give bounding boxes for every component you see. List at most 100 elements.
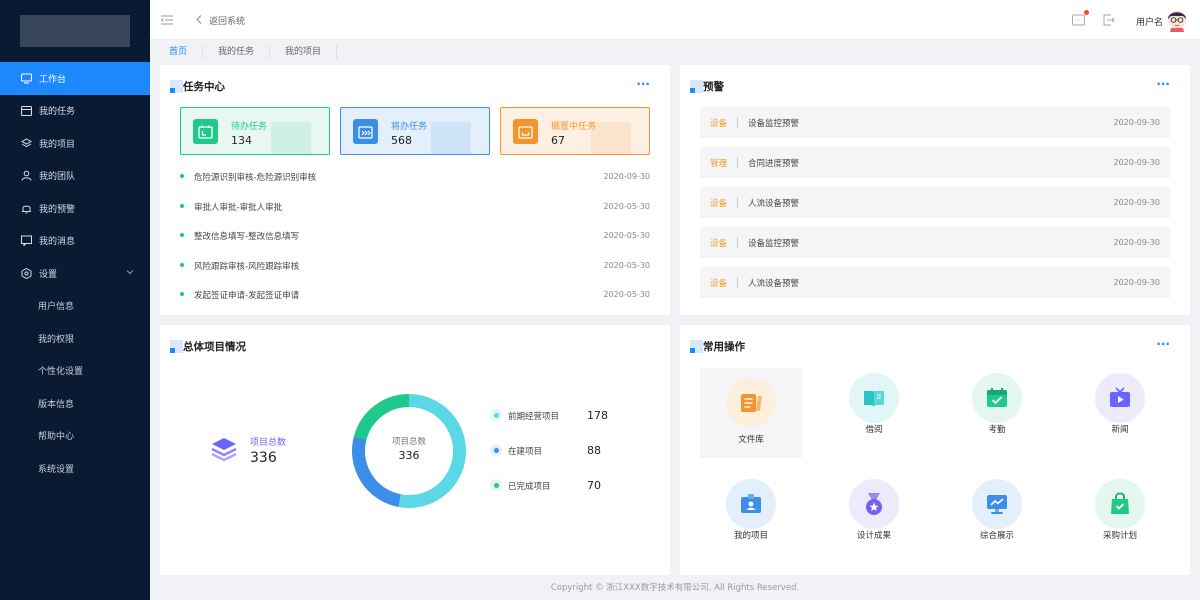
title-mark-icon (170, 79, 183, 94)
common-ops-title: 常用操作 (703, 341, 745, 353)
submenu-user-info[interactable]: 用户信息 (0, 290, 150, 323)
task-box-count: 67 (551, 134, 565, 147)
divider (737, 157, 738, 168)
avatar[interactable] (1166, 8, 1188, 32)
legend-value: 178 (587, 409, 608, 422)
tab-my-tasks[interactable]: 我的任务 (203, 45, 271, 59)
op-label: 我的项目 (733, 531, 768, 541)
op-comprehensive-display[interactable]: 综合展示 (946, 469, 1048, 559)
divider (737, 197, 738, 208)
shelved-task-box[interactable]: 搁置中任务 67 (500, 107, 650, 155)
sidebar-item-label: 我的团队 (39, 172, 76, 183)
warning-type: 管理 (710, 159, 728, 169)
sidebar-item-my-projects[interactable]: 我的项目 (0, 127, 150, 160)
tab-my-projects[interactable]: 我的项目 (270, 45, 338, 59)
back-to-system-link[interactable]: 返回系统 (196, 14, 245, 27)
list-item[interactable]: 危险源识别审核-危险源识别审核 2020-09-30 (180, 165, 650, 195)
list-item[interactable]: 风险跟踪审核-风险跟踪审核 2020-05-30 (180, 254, 650, 284)
sidebar-item-my-tasks[interactable]: 我的任务 (0, 95, 150, 128)
task-box-label: 搁置中任务 (551, 122, 597, 132)
notification-icon[interactable] (1071, 10, 1089, 28)
donut-center-value: 336 (398, 449, 420, 462)
task-box-label: 待办任务 (231, 122, 268, 132)
op-attendance[interactable]: 考勤 (946, 363, 1048, 453)
sidebar-item-label: 我的消息 (39, 237, 76, 248)
submenu-help-center[interactable]: 帮助中心 (0, 420, 150, 453)
list-item[interactable]: 设备 人流设备预警 2020-09-30 (700, 187, 1170, 218)
menu-collapse-icon[interactable] (160, 13, 174, 27)
logout-icon[interactable] (1101, 12, 1117, 28)
list-item[interactable]: 设备 设备监控预警 2020-09-30 (700, 227, 1170, 258)
warning-name: 人流设备预警 (748, 199, 800, 209)
bullet-dot (180, 203, 184, 208)
op-label: 新闻 (1111, 425, 1129, 435)
username[interactable]: 用户名 (1136, 15, 1163, 28)
monitor-icon (21, 73, 32, 84)
legend-item: 前期经营项目 178 (490, 407, 620, 442)
bullet-dot (180, 233, 184, 237)
warning-type: 设备 (710, 279, 728, 289)
list-item[interactable]: 审批人审批-审批人审批 2020-05-30 (180, 195, 650, 225)
legend-item: 已完成项目 70 (490, 477, 620, 512)
task-box-count: 568 (391, 134, 412, 147)
tab-home[interactable]: 首页 (150, 45, 204, 59)
submenu-my-permissions[interactable]: 我的权限 (0, 322, 150, 355)
more-icon[interactable]: ··· (636, 77, 650, 91)
list-item[interactable]: 整改信息填写-整改信息填写 2020-05-30 (180, 224, 650, 254)
legend-dot (490, 479, 502, 491)
op-borrow[interactable]: 借阅 (823, 363, 925, 453)
more-icon[interactable]: ··· (1156, 337, 1170, 351)
op-procurement-plan[interactable]: 采购计划 (1069, 469, 1171, 559)
sidebar-item-label: 工作台 (39, 74, 67, 85)
warning-name: 设备监控预警 (748, 239, 800, 249)
task-center-title: 任务中心 (183, 81, 225, 93)
op-file-library[interactable]: 文件库 (700, 368, 802, 458)
op-news[interactable]: 新闻 (1069, 363, 1171, 453)
more-icon[interactable]: ··· (1156, 77, 1170, 91)
sidebar-item-my-messages[interactable]: 我的消息 (0, 225, 150, 258)
sidebar-item-my-team[interactable]: 我的团队 (0, 160, 150, 193)
warning-date: 2020-09-30 (1113, 278, 1161, 287)
user-icon (21, 170, 32, 181)
task-box-label: 将办任务 (391, 122, 428, 132)
notification-badge (1084, 10, 1089, 15)
legend-item: 在建项目 88 (490, 442, 620, 477)
warning-date: 2020-09-30 (1113, 118, 1161, 127)
op-label: 设计成果 (856, 531, 891, 541)
op-design-results[interactable]: 设计成果 (823, 469, 925, 559)
submenu-system-settings[interactable]: 系统设置 (0, 452, 150, 485)
card-title: 预警 (690, 79, 724, 94)
submenu-personalization[interactable]: 个性化设置 (0, 355, 150, 388)
list-item[interactable]: 设备 设备监控预警 2020-09-30 (700, 107, 1170, 138)
medal-icon (849, 479, 899, 529)
list-item[interactable]: 管理 合同进度预警 2020-09-30 (700, 147, 1170, 178)
divider (737, 117, 738, 128)
book-icon (849, 373, 899, 423)
divider (737, 237, 738, 248)
upcoming-task-box[interactable]: 将办任务 568 (340, 107, 490, 155)
warning-type: 设备 (710, 239, 728, 249)
warnings-card: 预警 ··· 设备 设备监控预警 2020-09-30 管理 合同进度预警 2020-0… (680, 65, 1190, 315)
warning-name: 人流设备预警 (748, 279, 800, 289)
sidebar-item-workbench[interactable]: 工作台 (0, 62, 150, 95)
legend-value: 88 (587, 444, 601, 457)
sidebar-item-settings[interactable]: 设置 (0, 257, 150, 290)
task-date: 2020-05-30 (603, 231, 651, 240)
todo-task-box[interactable]: 待办任务 134 (180, 107, 330, 155)
sidebar-item-label: 我的预警 (39, 204, 76, 215)
task-name: 风险跟踪审核-风险跟踪审核 (194, 261, 300, 272)
display-chart-icon (972, 479, 1022, 529)
legend-value: 70 (587, 479, 601, 492)
calendar-icon (21, 105, 32, 117)
submenu-version-info[interactable]: 版本信息 (0, 387, 150, 420)
sidebar-item-label: 我的项目 (39, 139, 76, 150)
op-my-projects[interactable]: 我的项目 (700, 469, 802, 559)
chevron-down-icon (126, 268, 134, 279)
legend-label: 前期经营项目 (508, 412, 560, 422)
sidebar: 工作台 我的任务 我的项目 我的团队 我的预警 我的消息 设置 用户信息 我的权… (0, 0, 150, 600)
list-item[interactable]: 设备 人流设备预警 2020-09-30 (700, 267, 1170, 298)
card-title: 任务中心 (170, 79, 225, 94)
list-item[interactable]: 发起签证申请-发起签证申请 2020-05-30 (180, 283, 650, 313)
sidebar-item-my-warnings[interactable]: 我的预警 (0, 192, 150, 225)
top-header: 返回系统 用户名 (150, 0, 1200, 40)
